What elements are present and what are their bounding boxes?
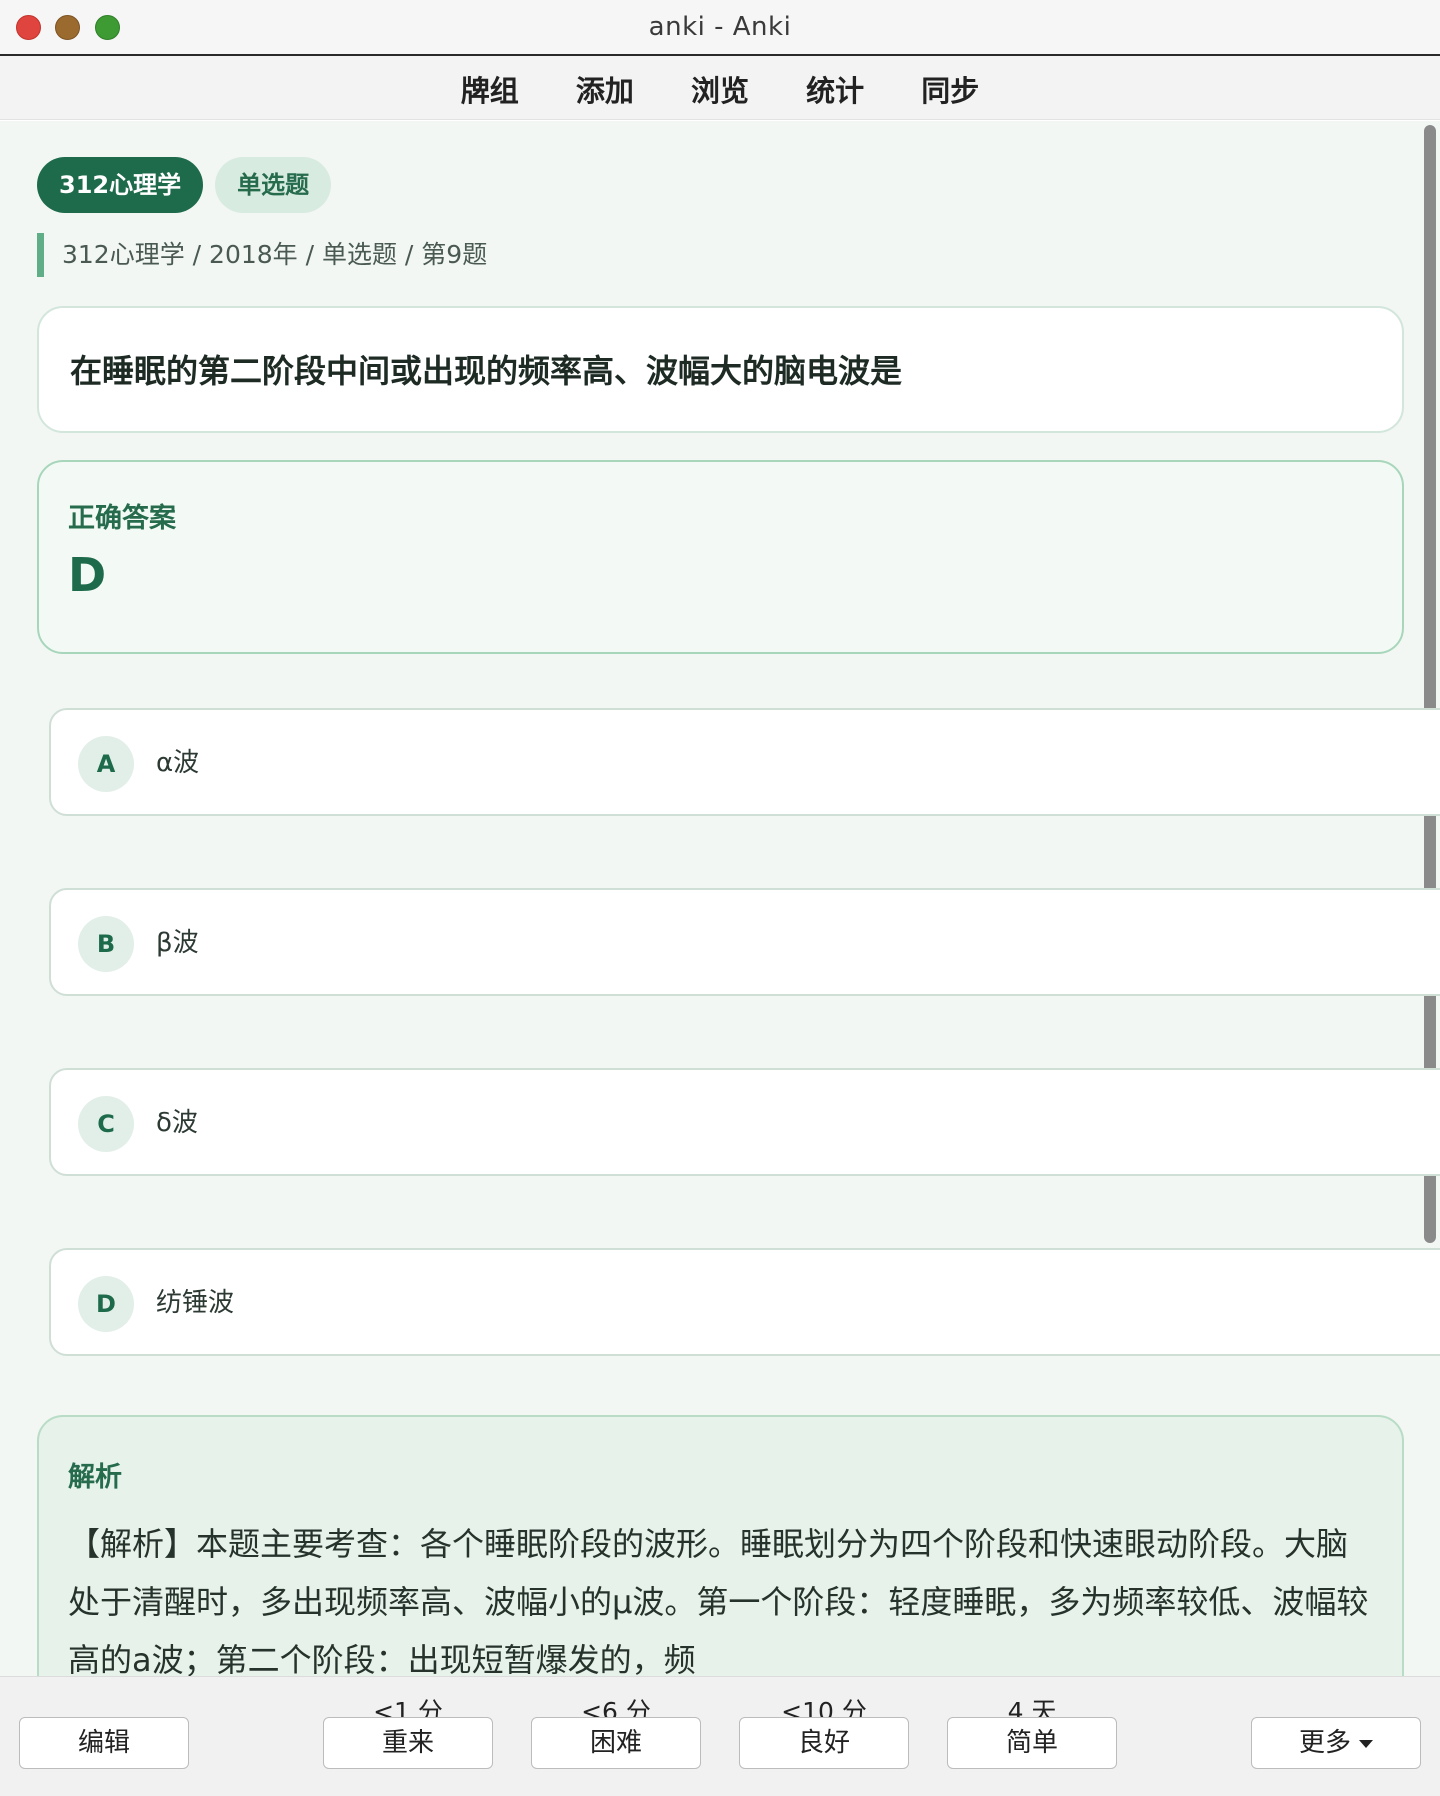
more-button[interactable]: 更多: [1251, 1717, 1421, 1769]
analysis-label: 解析: [68, 1462, 122, 1493]
breadcrumb: 312心理学 / 2018年 / 单选题 / 第9题: [37, 233, 487, 277]
option-c[interactable]: C δ波: [49, 1068, 1440, 1176]
answer-card: 正确答案 D: [37, 460, 1404, 654]
option-a[interactable]: A α波: [49, 708, 1440, 816]
option-letter: A: [78, 736, 134, 792]
answer-label: 正确答案: [68, 503, 176, 534]
option-text: β波: [156, 928, 199, 958]
option-b[interactable]: B β波: [49, 888, 1440, 996]
tag-row: 312心理学 单选题: [37, 157, 332, 213]
option-text: 纺锤波: [156, 1288, 235, 1318]
question-card: 在睡眠的第二阶段中间或出现的频率高、波幅大的脑电波是: [37, 306, 1404, 433]
toolbar-sync[interactable]: 同步: [921, 68, 979, 110]
question-text: 在睡眠的第二阶段中间或出现的频率高、波幅大的脑电波是: [70, 352, 903, 390]
toolbar-decks[interactable]: 牌组: [461, 68, 519, 110]
option-letter: B: [78, 916, 134, 972]
option-d[interactable]: D 纺锤波: [49, 1248, 1440, 1356]
option-letter: D: [78, 1276, 134, 1332]
main-toolbar: 牌组 添加 浏览 统计 同步: [0, 56, 1440, 120]
option-text: δ波: [156, 1108, 198, 1138]
title-bar: anki - Anki: [0, 0, 1440, 56]
answer-value: D: [68, 548, 107, 602]
option-text: α波: [156, 748, 200, 778]
review-bottom-bar: 编辑 <1 分 重来 <6 分 困难 <10 分 良好 4 天 简单 更多: [0, 1676, 1440, 1796]
good-button[interactable]: 良好: [739, 1717, 909, 1769]
edit-button[interactable]: 编辑: [19, 1717, 189, 1769]
toolbar-stats[interactable]: 统计: [806, 68, 864, 110]
type-tag: 单选题: [215, 157, 332, 213]
analysis-card: 解析 【解析】本题主要考查：各个睡眠阶段的波形。睡眠划分为四个阶段和快速眼动阶段…: [37, 1415, 1404, 1676]
toolbar-browse[interactable]: 浏览: [691, 68, 749, 110]
caret-down-icon: [1359, 1739, 1373, 1748]
subject-tag: 312心理学: [37, 157, 204, 213]
hard-button[interactable]: 困难: [531, 1717, 701, 1769]
window-title: anki - Anki: [648, 12, 792, 42]
analysis-text: 【解析】本题主要考查：各个睡眠阶段的波形。睡眠划分为四个阶段和快速眼动阶段。大脑…: [68, 1525, 1369, 1676]
option-letter: C: [78, 1096, 134, 1152]
again-button[interactable]: 重来: [323, 1717, 493, 1769]
more-label: 更多: [1298, 1728, 1351, 1758]
toolbar-add[interactable]: 添加: [576, 68, 634, 110]
easy-button[interactable]: 简单: [947, 1717, 1117, 1769]
card-content: 312心理学 单选题 312心理学 / 2018年 / 单选题 / 第9题 在睡眠…: [0, 121, 1440, 1676]
